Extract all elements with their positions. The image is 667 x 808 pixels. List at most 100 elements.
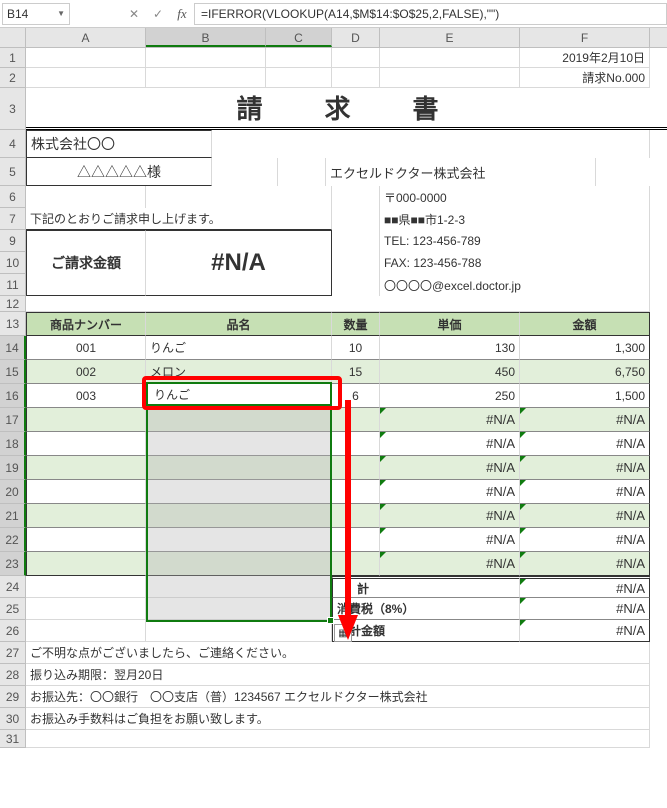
cell-no [26, 456, 146, 480]
row-header-26[interactable]: 26 [0, 620, 26, 642]
table-row: #N/A#N/A [26, 456, 667, 480]
row-header-10[interactable]: 10 [0, 252, 26, 274]
col-header-B[interactable]: B [146, 28, 266, 47]
row-header-12[interactable]: 12 [0, 296, 26, 312]
row-header-23[interactable]: 23 [0, 552, 26, 576]
row-header-31[interactable]: 31 [0, 730, 26, 748]
accept-formula-icon[interactable]: ✓ [146, 3, 170, 25]
cell-price: #N/A [380, 552, 520, 576]
table-row: #N/A#N/A [26, 480, 667, 504]
table-row: #N/A#N/A [26, 408, 667, 432]
footer-line-2: 振り込み期限：翌月20日 [26, 664, 650, 686]
row-header-1[interactable]: 1 [0, 48, 26, 68]
cell-qty [332, 504, 380, 528]
subtotal-label: 計 [332, 576, 520, 598]
formula-bar: B14 ▼ ✕ ✓ fx =IFERROR(VLOOKUP(A14,$M$14:… [0, 0, 667, 28]
subtotal-row: 計 #N/A [26, 576, 667, 598]
fx-icon[interactable]: fx [170, 3, 194, 25]
cell-price: #N/A [380, 528, 520, 552]
cell-name [146, 408, 332, 432]
cell-name [146, 480, 332, 504]
cell-price: #N/A [380, 408, 520, 432]
cell-amount: #N/A [520, 480, 650, 504]
tax-row: 消費税（8%） #N/A [26, 598, 667, 620]
cell-amount: #N/A [520, 432, 650, 456]
row-header-30[interactable]: 30 [0, 708, 26, 730]
row-header-19[interactable]: 19 [0, 456, 26, 480]
col-header-F[interactable]: F [520, 28, 650, 47]
supplier-email: 〇〇〇〇@excel.doctor.jp [380, 274, 650, 296]
table-row: #N/A#N/A [26, 528, 667, 552]
cell-no [26, 552, 146, 576]
column-headers: A B C D E F [0, 28, 667, 48]
row-header-18[interactable]: 18 [0, 432, 26, 456]
cell-price: #N/A [380, 432, 520, 456]
tax-value: #N/A [520, 598, 650, 620]
billed-label: ご請求金額 [26, 230, 146, 296]
cell-qty: 15 [332, 360, 380, 384]
cell-no [26, 432, 146, 456]
row-header-20[interactable]: 20 [0, 480, 26, 504]
formula-input[interactable]: =IFERROR(VLOOKUP(A14,$M$14:$O$25,2,FALSE… [194, 3, 667, 25]
row-header-11[interactable]: 11 [0, 274, 26, 296]
row-header-5[interactable]: 5 [0, 158, 26, 186]
row-6: 〒000-0000 [26, 186, 667, 208]
cell-amount: #N/A [520, 552, 650, 576]
row-header-4[interactable]: 4 [0, 130, 26, 158]
row-header-21[interactable]: 21 [0, 504, 26, 528]
row-header-2[interactable]: 2 [0, 68, 26, 88]
select-all-corner[interactable] [0, 28, 26, 47]
row-header-29[interactable]: 29 [0, 686, 26, 708]
row-header-24[interactable]: 24 [0, 576, 26, 598]
cell-no: 001 [26, 336, 146, 360]
cell-qty [332, 456, 380, 480]
col-header-A[interactable]: A [26, 28, 146, 47]
th-amount: 金額 [520, 312, 650, 336]
subtotal-value: #N/A [520, 576, 650, 598]
cell-name [146, 432, 332, 456]
document-title: 請 求 書 [26, 88, 667, 130]
name-box[interactable]: B14 ▼ [2, 3, 70, 25]
cell-name [146, 528, 332, 552]
cell-no [26, 408, 146, 432]
th-name: 品名 [146, 312, 332, 336]
note-line: 下記のとおりご請求申し上げます。 [26, 208, 332, 230]
cell-price: 450 [380, 360, 520, 384]
cell-amount: #N/A [520, 528, 650, 552]
col-header-E[interactable]: E [380, 28, 520, 47]
cell-price: #N/A [380, 456, 520, 480]
name-box-dropdown-icon[interactable]: ▼ [57, 9, 65, 18]
row-header-3[interactable]: 3 [0, 88, 26, 130]
row-9: ご請求金額 #N/A TEL: 123-456-789 [26, 230, 667, 252]
th-qty: 数量 [332, 312, 380, 336]
footer-line-3: お振込先：〇〇銀行 〇〇支店（普）1234567 エクセルドクター株式会社 [26, 686, 650, 708]
col-header-D[interactable]: D [332, 28, 380, 47]
total-value: #N/A [520, 620, 650, 642]
row-header-6[interactable]: 6 [0, 186, 26, 208]
row-header-22[interactable]: 22 [0, 528, 26, 552]
autofill-options-button[interactable]: ▦ [334, 624, 352, 642]
billed-value: #N/A [146, 230, 332, 296]
supplier-tel: TEL: 123-456-789 [380, 230, 650, 252]
cell-qty [332, 528, 380, 552]
col-header-C[interactable]: C [266, 28, 332, 47]
cancel-formula-icon[interactable]: ✕ [122, 3, 146, 25]
row-header-9[interactable]: 9 [0, 230, 26, 252]
row-header-17[interactable]: 17 [0, 408, 26, 432]
table-row: 003パイナップル62501,500 [26, 384, 667, 408]
row-header-13[interactable]: 13 [0, 312, 26, 336]
row-header-16[interactable]: 16 [0, 384, 26, 408]
row-header-25[interactable]: 25 [0, 598, 26, 620]
cell-no: 002 [26, 360, 146, 384]
row-header-27[interactable]: 27 [0, 642, 26, 664]
row-header-15[interactable]: 15 [0, 360, 26, 384]
th-price: 単価 [380, 312, 520, 336]
table-row: 002メロン154506,750 [26, 360, 667, 384]
row-header-28[interactable]: 28 [0, 664, 26, 686]
row-header-14[interactable]: 14 [0, 336, 26, 360]
cells-area[interactable]: 2019年2月10日 請求No.000 請 求 書 株式会社〇〇 △△△△△様 [26, 48, 667, 748]
active-cell[interactable]: りんご [146, 382, 332, 406]
cell-qty [332, 552, 380, 576]
row-header-7[interactable]: 7 [0, 208, 26, 230]
cell-name: りんご [146, 336, 332, 360]
